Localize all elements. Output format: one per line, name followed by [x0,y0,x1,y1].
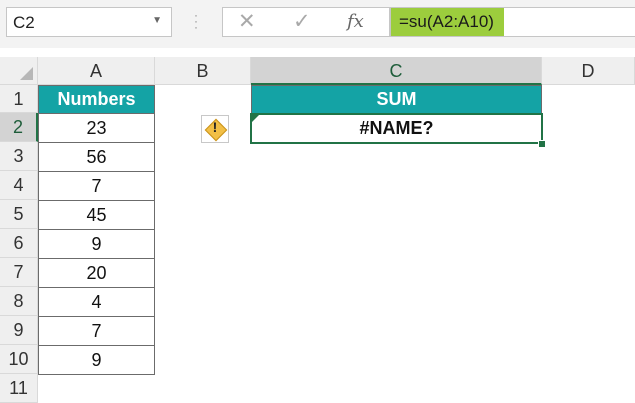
table-cell-a2[interactable]: 23 [38,114,155,143]
row-header-1[interactable]: 1 [0,85,38,113]
column-header-d[interactable]: D [542,57,635,85]
formula-buttons: ✕ ✓ fx [222,7,390,37]
table-cell-a3[interactable]: 56 [38,143,155,172]
cancel-icon[interactable]: ✕ [238,9,256,34]
row-header-2[interactable]: 2 [0,113,38,142]
row-header-6[interactable]: 6 [0,229,38,258]
row-header-10[interactable]: 10 [0,345,38,374]
enter-icon[interactable]: ✓ [293,9,311,34]
chevron-down-icon[interactable]: ▼ [152,15,162,26]
sum-header-cell[interactable]: SUM [251,85,542,114]
column-header-b[interactable]: B [155,57,251,85]
select-all-icon [20,67,33,80]
table-cell-a6[interactable]: 9 [38,230,155,259]
column-header-a[interactable]: A [38,57,155,85]
table-cell-a10[interactable]: 9 [38,346,155,375]
name-box[interactable]: C2 ▼ [6,7,172,37]
name-box-value: C2 [13,13,35,32]
table-cell-a4[interactable]: 7 [38,172,155,201]
table-cell-a7[interactable]: 20 [38,259,155,288]
table-cell-a5[interactable]: 45 [38,201,155,230]
row-header-7[interactable]: 7 [0,258,38,287]
formula-text[interactable]: =su(A2:A10) [391,8,504,36]
fill-handle[interactable] [538,140,546,148]
drag-handle-icon[interactable]: · · · [194,9,198,33]
sum-result-value: #NAME? [359,118,434,138]
formula-bar: C2 ▼ · · · ✕ ✓ fx =su(A2:A10) [0,0,635,48]
row-header-9[interactable]: 9 [0,316,38,345]
sum-result-cell[interactable]: #NAME? [250,113,543,144]
error-indicator-icon [252,115,259,122]
formula-input[interactable]: =su(A2:A10) [390,7,635,37]
select-all-corner[interactable] [0,57,38,85]
row-header-11[interactable]: 11 [0,374,38,403]
table-cell-a9[interactable]: 7 [38,317,155,346]
row-header-8[interactable]: 8 [0,287,38,316]
row-header-3[interactable]: 3 [0,142,38,171]
insert-function-icon[interactable]: fx [347,11,364,32]
row-header-5[interactable]: 5 [0,200,38,229]
numbers-header-cell[interactable]: Numbers [38,85,155,114]
table-cell-a8[interactable]: 4 [38,288,155,317]
exclamation-icon: ! [212,119,218,135]
column-header-c[interactable]: C [251,57,542,85]
row-header-4[interactable]: 4 [0,171,38,200]
error-options-button[interactable]: ! [201,115,229,143]
